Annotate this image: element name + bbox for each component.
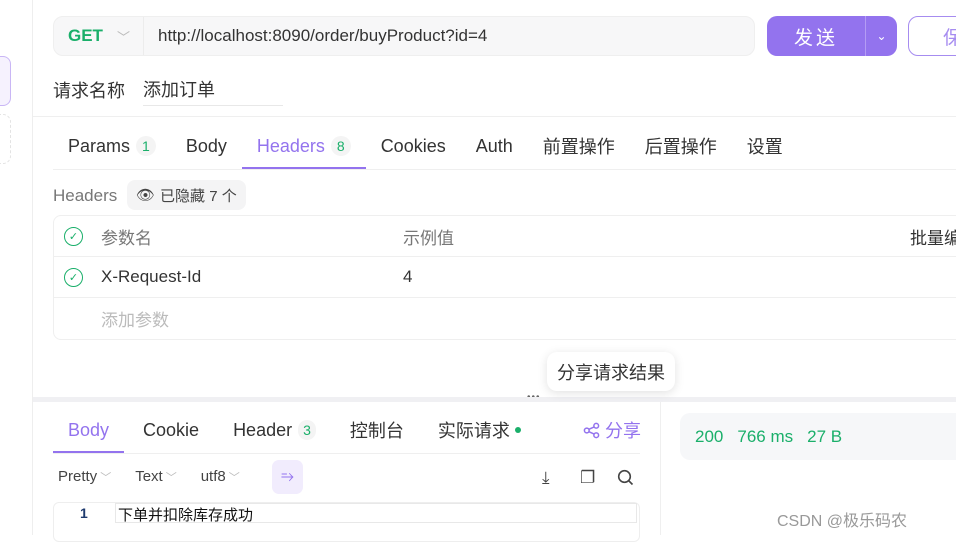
tab-post-operations[interactable]: 后置操作 (630, 122, 732, 170)
tab-response-header[interactable]: Header 3 (218, 406, 331, 454)
table-header-row: ✓ 参数名 示例值 批量编 (54, 216, 956, 257)
tab-console[interactable]: 控制台 (335, 406, 419, 454)
panel-splitter[interactable] (33, 397, 956, 402)
tab-label: Params (68, 135, 131, 156)
divider (33, 116, 956, 117)
watermark: CSDN @极乐码农 (777, 513, 908, 530)
encoding-value: utf8 (200, 468, 226, 485)
eye-icon: 👁 (136, 187, 156, 204)
request-tabs: Params 1 Body Headers 8 Cookies Auth 前置操作 … (53, 122, 798, 170)
row-checkbox[interactable]: ✓ (64, 267, 83, 287)
format-value: Pretty (58, 468, 98, 485)
word-wrap-toggle[interactable]: ⥱ (272, 460, 303, 494)
response-status-bar: 200 766 ms 27 B (680, 413, 956, 460)
share-label: 分享 (605, 421, 641, 441)
tab-response-body[interactable]: Body (53, 406, 125, 454)
count-badge: 3 (298, 420, 316, 440)
count-badge: 8 (330, 136, 351, 156)
url-input[interactable]: http://localhost:8090/order/buyProduct?i… (144, 26, 487, 46)
line-number: 1 (80, 505, 88, 521)
tab-headers[interactable]: Headers 8 (241, 122, 366, 170)
url-bar: GET ﹀ http://localhost:8090/order/buyProd… (53, 16, 755, 56)
chevron-down-icon: ﹀ (228, 472, 240, 484)
hidden-headers-toggle[interactable]: 👁 已隐藏 7 个 (127, 180, 246, 210)
status-dot-icon (514, 427, 521, 433)
encoding-select[interactable]: utf8 ﹀ (201, 468, 240, 485)
method-label: GET (68, 26, 103, 45)
column-header-example: 示例值 (403, 228, 454, 248)
sidebar-item-active[interactable] (0, 56, 11, 106)
vertical-splitter[interactable] (660, 402, 661, 535)
share-button[interactable]: 分享 (583, 417, 641, 443)
table-row: ✓ X-Request-Id 4 (54, 257, 956, 298)
tab-label: Cookie (143, 419, 200, 440)
tab-label: Body (185, 135, 227, 156)
headers-section-label: Headers (53, 186, 118, 205)
share-icon (583, 422, 600, 438)
param-name-cell[interactable]: X-Request-Id (101, 267, 201, 287)
tab-label: 设置 (746, 137, 783, 157)
response-time: 766 ms (737, 426, 794, 446)
tab-label: 前置操作 (542, 137, 615, 157)
format-select[interactable]: Pretty ﹀ (58, 468, 111, 485)
chevron-down-icon: ﹀ (100, 472, 112, 484)
save-button[interactable]: 保 (908, 16, 956, 56)
divider (53, 169, 956, 170)
tab-label: 实际请求 (437, 421, 510, 441)
bulk-edit-button[interactable]: 批量编 (910, 224, 956, 249)
send-button-group: 发送 ⌄ (767, 16, 897, 56)
divider (53, 453, 640, 454)
tab-label: Body (68, 419, 110, 440)
code-line: 下单并扣除库存成功 (115, 503, 637, 524)
response-tabs: Body Cookie Header 3 控制台 实际请求 (53, 406, 540, 454)
status-code: 200 (695, 426, 724, 446)
wrap-icon: ⥱ (281, 468, 294, 485)
download-icon[interactable]: ⤓ (542, 468, 550, 488)
select-all-checkbox[interactable]: ✓ (64, 226, 83, 246)
add-param-input[interactable]: 添加参数 (101, 306, 169, 331)
tab-label: Headers (256, 135, 325, 156)
tab-label: 控制台 (349, 421, 404, 441)
tab-response-cookie[interactable]: Cookie (128, 406, 214, 454)
headers-table: ✓ 参数名 示例值 批量编 ✓ X-Request-Id 4 添加参数 (53, 215, 956, 340)
chevron-down-icon: ﹀ (116, 29, 130, 45)
tab-label: 后置操作 (644, 137, 717, 157)
copy-icon[interactable]: ❐ (580, 468, 595, 488)
request-name-input[interactable]: 添加订单 (143, 74, 283, 106)
tab-settings[interactable]: 设置 (732, 122, 798, 170)
tab-auth[interactable]: Auth (461, 122, 528, 170)
column-header-name: 参数名 (101, 228, 152, 248)
type-value: Text (135, 468, 163, 485)
sidebar-item-add[interactable] (0, 114, 11, 164)
tab-body[interactable]: Body (171, 122, 242, 170)
count-badge: 1 (136, 136, 156, 156)
param-value-cell[interactable]: 4 (403, 267, 412, 287)
tab-label: Header (233, 419, 293, 440)
type-select[interactable]: Text ﹀ (135, 468, 177, 485)
search-icon[interactable] (617, 469, 634, 491)
tab-pre-operations[interactable]: 前置操作 (528, 122, 630, 170)
add-param-row: 添加参数 (54, 298, 956, 339)
send-dropdown-chevron-icon[interactable]: ⌄ (866, 16, 897, 56)
tab-label: Auth (475, 135, 513, 156)
method-select[interactable]: GET ﹀ (54, 17, 144, 55)
send-button[interactable]: 发送 (767, 16, 866, 56)
hidden-count-label: 已隐藏 7 个 (160, 187, 237, 205)
tab-cookies[interactable]: Cookies (366, 122, 461, 170)
response-size: 27 B (807, 426, 843, 446)
chevron-down-icon: ﹀ (165, 472, 177, 484)
tab-label: Cookies (380, 135, 446, 156)
tab-params[interactable]: Params 1 (53, 122, 171, 170)
tab-actual-request[interactable]: 实际请求 (423, 406, 536, 454)
share-tooltip: 分享请求结果 (547, 352, 675, 391)
request-name-label: 请求名称 (53, 81, 125, 101)
body-options: Pretty ﹀ Text ﹀ utf8 ﹀ (58, 468, 264, 485)
